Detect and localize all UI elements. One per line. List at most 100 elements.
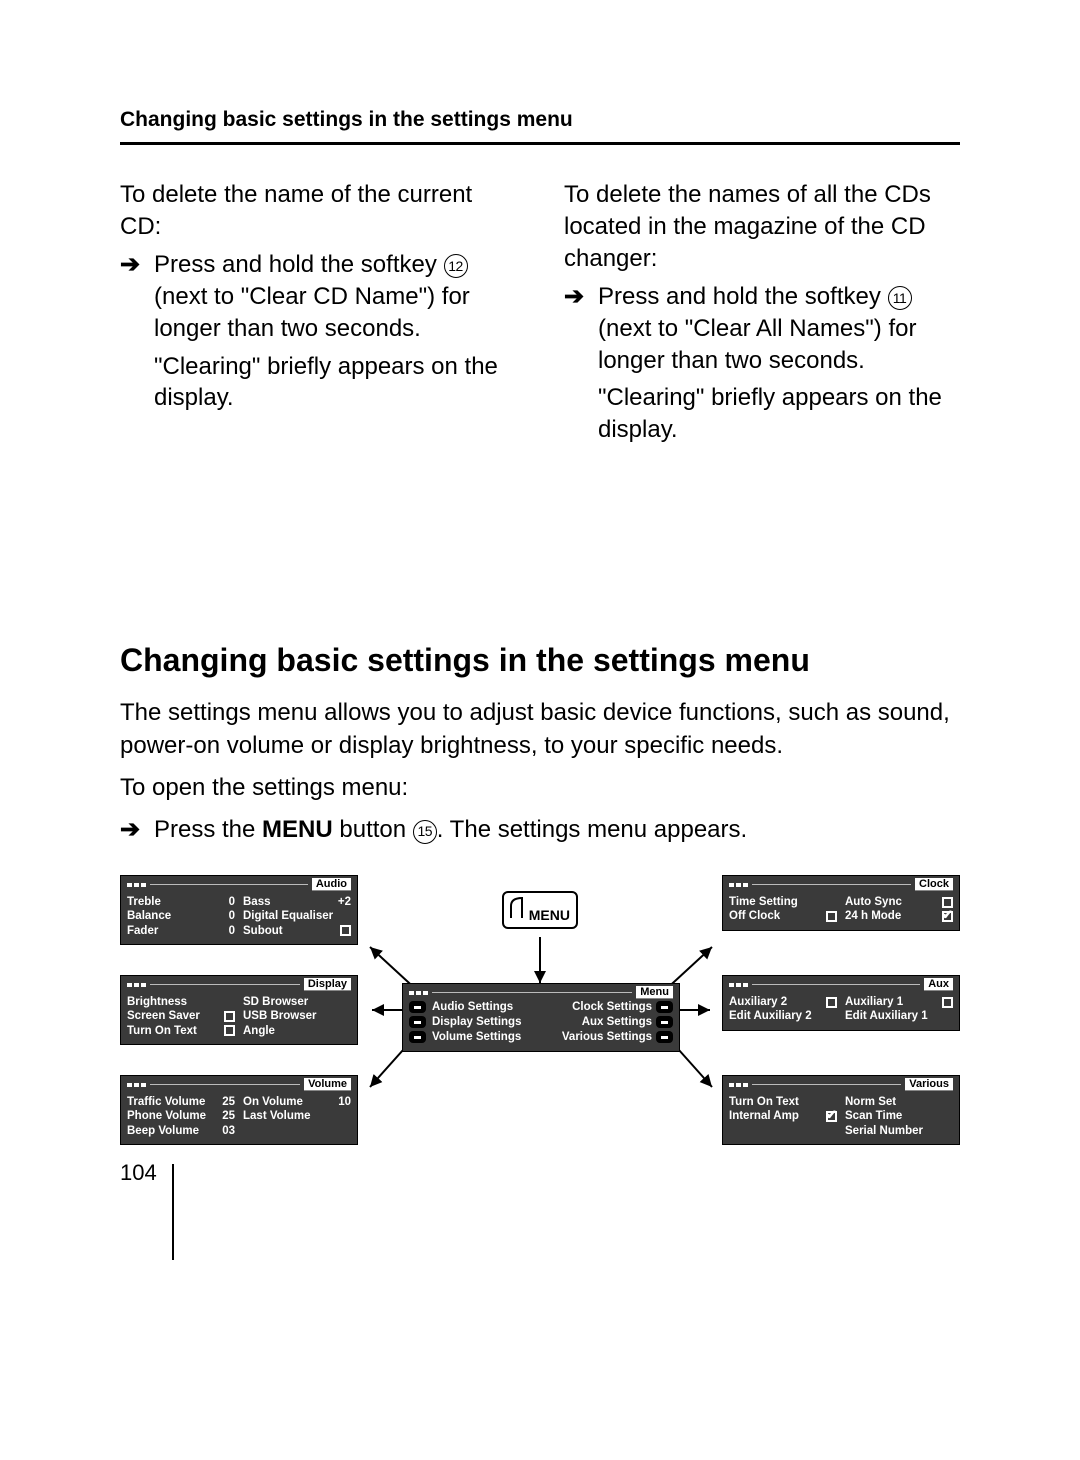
audio-fader-val: 0 — [219, 924, 235, 938]
panel-aux-tag: Aux — [924, 978, 953, 991]
right-step: Press and hold the softkey 11 (next to "… — [598, 281, 960, 377]
display-brightness: Brightness — [127, 995, 187, 1009]
page-number: 104 — [120, 1160, 157, 1186]
panel-various-tag: Various — [905, 1078, 953, 1091]
section-heading: Changing basic settings in the settings … — [120, 642, 960, 679]
vol-on-val: 10 — [335, 1095, 351, 1109]
col-left: To delete the name of the current CD: ➔ … — [120, 179, 516, 452]
softkey-icon — [409, 1031, 426, 1043]
display-angle: Angle — [243, 1024, 275, 1038]
various-internalamp: Internal Amp — [729, 1109, 799, 1123]
aux-aux1: Auxiliary 1 — [845, 995, 903, 1009]
audio-fader-label: Fader — [127, 924, 158, 938]
softkey-icon — [656, 1016, 673, 1028]
panel-volume-tag: Volume — [304, 1078, 351, 1091]
panel-clock-tag: Clock — [915, 878, 953, 891]
display-turnontext: Turn On Text — [127, 1024, 197, 1038]
menu-audio-settings: Audio Settings — [432, 1000, 542, 1015]
checkbox-icon — [826, 997, 837, 1008]
clock-off-clock: Off Clock — [729, 909, 780, 923]
display-usb: USB Browser — [243, 1009, 317, 1023]
checkbox-checked-icon — [942, 911, 953, 922]
panel-display-tag: Display — [304, 978, 351, 991]
right-result: "Clearing" briefly appears on the displa… — [598, 382, 960, 446]
audio-eq-label: Digital Equaliser — [243, 909, 333, 923]
button-15-ref: 15 — [413, 820, 437, 844]
lead-text: The settings menu allows you to adjust b… — [120, 697, 960, 762]
audio-bass-val: +2 — [335, 895, 351, 909]
various-scantime: Scan Time — [845, 1109, 902, 1123]
vol-traffic-val: 25 — [219, 1095, 235, 1109]
softkey-icon — [656, 1001, 673, 1013]
left-step: Press and hold the softkey 12 (next to "… — [154, 249, 516, 345]
various-normset: Norm Set — [845, 1095, 896, 1109]
col-right: To delete the names of all the CDs locat… — [564, 179, 960, 452]
vol-phone-label: Phone Volume — [127, 1109, 206, 1123]
panel-menu: Menu Audio SettingsClock Settings Displa… — [402, 983, 680, 1052]
softkey-12-ref: 12 — [444, 254, 468, 278]
display-screensaver: Screen Saver — [127, 1009, 200, 1023]
aux-edit1: Edit Auxiliary 1 — [845, 1009, 928, 1023]
press-menu-step: Press the MENU button 15. The settings m… — [154, 814, 747, 846]
running-head: Changing basic settings in the settings … — [120, 108, 960, 145]
aux-edit2: Edit Auxiliary 2 — [729, 1009, 812, 1023]
vol-beep-label: Beep Volume — [127, 1124, 199, 1138]
footer-rule — [172, 1164, 174, 1260]
checkbox-icon — [224, 1025, 235, 1036]
panel-volume: Volume Traffic Volume 25 Phone Volume 25 B… — [120, 1075, 358, 1145]
checkbox-checked-icon — [826, 1111, 837, 1122]
left-step-pre: Press and hold the softkey — [154, 251, 444, 278]
arrow-icon: ➔ — [564, 281, 588, 453]
menu-aux-settings: Aux Settings — [542, 1015, 656, 1030]
panel-audio: Audio Treble0 Balance0 Fader0 Bass+2 Dig… — [120, 875, 358, 945]
left-intro: To delete the name of the current CD: — [120, 179, 516, 243]
clock-auto-sync: Auto Sync — [845, 895, 902, 909]
press-pre: Press the — [154, 816, 262, 843]
left-result: "Clearing" briefly appears on the displa… — [154, 351, 516, 415]
menu-various-settings: Various Settings — [542, 1030, 656, 1045]
arrow-icon: ➔ — [120, 249, 144, 421]
open-line: To open the settings menu: — [120, 772, 960, 804]
audio-subout-label: Subout — [243, 924, 283, 938]
aux-aux2: Auxiliary 2 — [729, 995, 787, 1009]
audio-treble-label: Treble — [127, 895, 161, 909]
right-step-post: (next to "Clear All Names") for longer t… — [598, 315, 916, 374]
display-sd: SD Browser — [243, 995, 308, 1009]
softkey-icon — [409, 1001, 426, 1013]
arrow-icon: ➔ — [120, 814, 144, 846]
clock-24h: 24 h Mode — [845, 909, 901, 923]
vol-on-label: On Volume — [243, 1095, 303, 1109]
panel-clock: Clock Time Setting Off Clock Auto Sync 2… — [722, 875, 960, 931]
audio-balance-label: Balance — [127, 909, 171, 923]
menu-volume-settings: Volume Settings — [432, 1030, 542, 1045]
audio-treble-val: 0 — [219, 895, 235, 909]
panel-display: Display Brightness Screen Saver Turn On … — [120, 975, 358, 1045]
audio-bass-label: Bass — [243, 895, 271, 909]
various-serial: Serial Number — [845, 1124, 923, 1138]
panel-aux: Aux Auxiliary 2 Edit Auxiliary 2 Auxilia… — [722, 975, 960, 1031]
various-turnontext: Turn On Text — [729, 1095, 799, 1109]
menu-hardware-button: MENU — [502, 891, 578, 929]
checkbox-icon — [224, 1011, 235, 1022]
press-post: . The settings menu appears. — [437, 816, 747, 843]
menu-display-settings: Display Settings — [432, 1015, 542, 1030]
menu-clock-settings: Clock Settings — [542, 1000, 656, 1015]
press-mid: button — [333, 816, 413, 843]
checkbox-icon — [340, 925, 351, 936]
vol-phone-val: 25 — [219, 1109, 235, 1123]
audio-balance-val: 0 — [219, 909, 235, 923]
softkey-icon — [409, 1016, 426, 1028]
clock-time-setting: Time Setting — [729, 895, 798, 909]
panel-menu-tag: Menu — [636, 986, 673, 999]
settings-diagram: MENU Audio Treble0 Balance0 Fader0 Bass+… — [120, 875, 960, 1205]
panel-various: Various Turn On Text Internal Amp Norm S… — [722, 1075, 960, 1145]
right-step-pre: Press and hold the softkey — [598, 283, 888, 310]
softkey-icon — [656, 1031, 673, 1043]
left-step-post: (next to "Clear CD Name") for longer tha… — [154, 283, 470, 342]
softkey-11-ref: 11 — [888, 286, 912, 310]
right-intro: To delete the names of all the CDs locat… — [564, 179, 960, 275]
vol-traffic-label: Traffic Volume — [127, 1095, 205, 1109]
checkbox-icon — [942, 997, 953, 1008]
checkbox-icon — [942, 897, 953, 908]
vol-last-label: Last Volume — [243, 1109, 311, 1123]
